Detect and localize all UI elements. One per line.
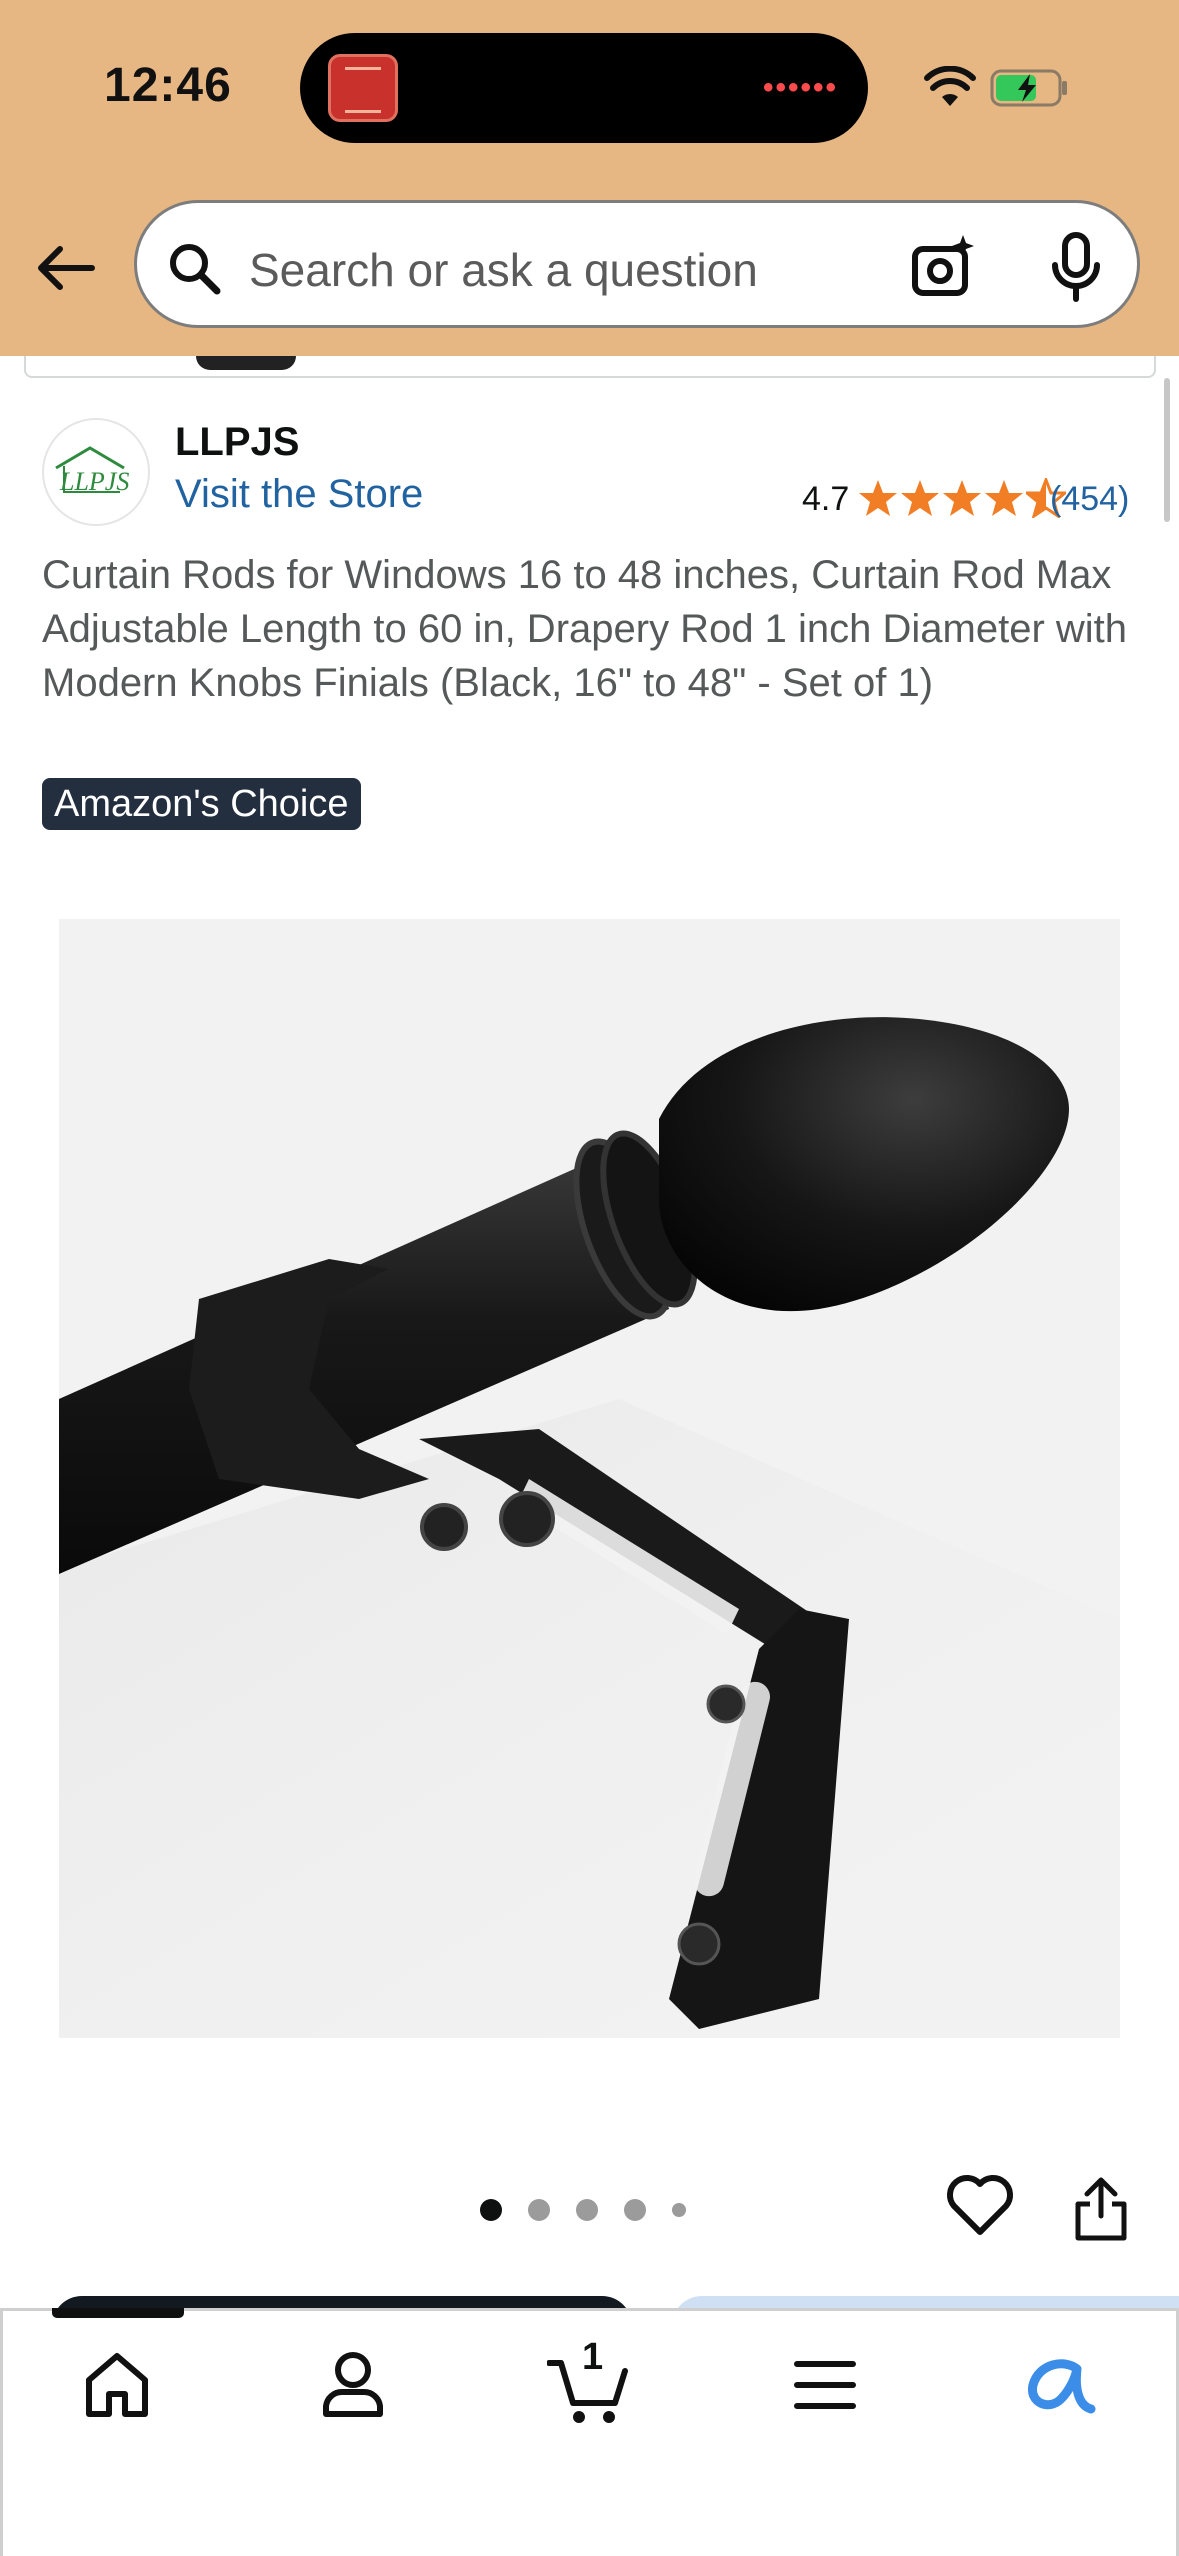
previous-card-edge [24, 356, 1156, 378]
review-count-link[interactable]: (454) [1050, 480, 1129, 519]
rating-value: 4.7 [802, 480, 850, 518]
nav-menu[interactable] [780, 2340, 870, 2430]
previous-card-thumbnail [196, 356, 296, 370]
microphone-icon[interactable] [1047, 231, 1105, 303]
scrollbar[interactable] [1164, 378, 1170, 522]
share-icon[interactable] [1072, 2176, 1130, 2242]
image-carousel-indicator[interactable] [480, 2199, 686, 2221]
star-full-icon [943, 480, 981, 516]
carousel-dot[interactable] [528, 2199, 550, 2221]
active-tab-indicator [52, 2308, 184, 2318]
search-input[interactable]: Search or ask a question [249, 243, 758, 297]
nav-rufus[interactable] [1016, 2340, 1106, 2430]
carousel-dot-active[interactable] [480, 2199, 502, 2221]
star-full-icon [985, 480, 1023, 516]
home-icon [86, 2353, 148, 2417]
star-full-icon [859, 480, 897, 516]
brand-name: LLPJS [175, 420, 300, 464]
account-icon [323, 2352, 383, 2417]
curtain-rod-illustration [59, 919, 1120, 2038]
now-playing-thumbnail [328, 54, 398, 122]
rufus-assistant-icon [1028, 2359, 1096, 2414]
carousel-dot[interactable] [624, 2199, 646, 2221]
recording-indicator-icon: •••••• [762, 71, 838, 104]
star-full-icon [901, 480, 939, 516]
cart-count-badge: 1 [582, 2336, 604, 2378]
nav-home[interactable] [72, 2340, 162, 2430]
house-logo-icon: LLPJS [55, 446, 129, 496]
menu-icon [794, 2361, 856, 2409]
brand-logo[interactable]: LLPJS [42, 418, 150, 526]
amazons-choice-badge: Amazon's Choice [42, 778, 361, 830]
product-title: Curtain Rods for Windows 16 to 48 inches… [42, 553, 1128, 705]
status-time: 12:46 [104, 59, 232, 112]
brand-logo-text: LLPJS [59, 467, 129, 496]
camera-search-icon[interactable] [909, 233, 977, 301]
carousel-dot[interactable] [672, 2203, 686, 2217]
search-bar[interactable]: Search or ask a question [134, 200, 1140, 328]
top-header: 12:46 •••••• Search or ask a question [0, 0, 1179, 356]
nav-cart[interactable]: 1 [544, 2336, 634, 2430]
wishlist-heart-icon[interactable] [946, 2172, 1014, 2240]
back-button[interactable] [30, 228, 102, 308]
search-icon [170, 244, 221, 295]
visit-store-link[interactable]: Visit the Store [175, 472, 423, 517]
nav-account[interactable] [308, 2340, 398, 2430]
dynamic-island[interactable]: •••••• [300, 33, 868, 143]
battery-charging-icon [990, 69, 1067, 107]
star-rating[interactable] [858, 478, 1066, 518]
carousel-dot[interactable] [576, 2199, 598, 2221]
back-arrow-icon [38, 246, 95, 290]
wifi-icon [924, 66, 976, 106]
product-image[interactable] [59, 919, 1120, 2038]
